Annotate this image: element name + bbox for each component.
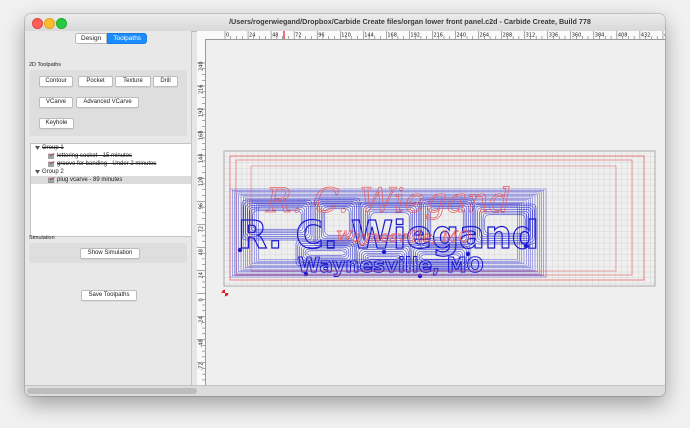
ruler-tick-label: 432 bbox=[641, 33, 651, 39]
app-window: /Users/rogerwiegand/Dropbox/Carbide Crea… bbox=[25, 14, 665, 396]
ruler-tick-label: 240 bbox=[199, 61, 205, 71]
ruler-tick-label: 144 bbox=[199, 154, 205, 164]
ruler-tick-label: 264 bbox=[480, 33, 490, 39]
ruler-tick-label: 168 bbox=[199, 131, 205, 141]
minimize-window-button[interactable] bbox=[44, 18, 55, 29]
ruler-tick-label: 312 bbox=[526, 33, 536, 39]
ruler-tick-label: 48 bbox=[199, 249, 205, 255]
mode-tabs: Design Toolpaths bbox=[75, 33, 148, 44]
ruler-tick-label: 240 bbox=[457, 33, 467, 39]
ruler-tick-label: 24 bbox=[249, 33, 255, 39]
toolpath-tree[interactable]: Group 1 lettering socket - 15 minutes gr… bbox=[30, 143, 192, 237]
design-text-line1: R. C. Wiegand bbox=[265, 181, 511, 221]
ruler-tick-label: -24 bbox=[199, 316, 205, 324]
ruler-tick-label: 96 bbox=[318, 33, 324, 39]
ruler-tick-label: 120 bbox=[199, 177, 205, 187]
tab-design[interactable]: Design bbox=[75, 33, 108, 44]
drill-button[interactable]: Drill bbox=[153, 76, 178, 87]
ruler-tick-label: 0 bbox=[226, 33, 229, 39]
ruler-tick-label: 384 bbox=[595, 33, 605, 39]
ruler-tick-label: -48 bbox=[199, 339, 205, 347]
tree-item[interactable]: groove for banding - Under 2 minutes bbox=[31, 160, 191, 168]
carved-text-bottom: Waynesville, MO bbox=[298, 253, 484, 277]
design-workspace[interactable]: R. C. WiegandWaynesville, MO R. C. Wiega… bbox=[206, 40, 665, 385]
window-title: /Users/rogerwiegand/Dropbox/Carbide Crea… bbox=[229, 17, 591, 26]
tree-group-label: Group 1 bbox=[42, 145, 64, 151]
ruler-tick-label: 120 bbox=[341, 33, 351, 39]
scrollbar-thumb[interactable] bbox=[27, 388, 197, 394]
ruler-tick-label: -72 bbox=[199, 362, 205, 370]
left-ruler-ticks: 240216192168144120967248240-24-48-72-96 bbox=[197, 61, 205, 381]
ruler-tick-label: 288 bbox=[503, 33, 513, 39]
tree-item-label: lettering socket - 15 minutes bbox=[57, 153, 133, 159]
tree-group-1[interactable]: Group 1 bbox=[31, 144, 191, 152]
ruler-tick-label: 408 bbox=[618, 33, 628, 39]
toolpath-icon bbox=[48, 153, 55, 159]
contour-button[interactable]: Contour bbox=[39, 76, 73, 87]
canvas-area[interactable]: 0 24 48 72 96 120 144 168 192 216 240 264 288 312 336 3… bbox=[197, 31, 665, 385]
toolpath-icon bbox=[48, 161, 55, 167]
tab-toolpaths[interactable]: Toolpaths bbox=[107, 33, 148, 44]
ruler-tick-label: 24 bbox=[199, 272, 205, 278]
top-ruler: 0 24 48 72 96 120 144 168 192 216 240 264 288 312 336 3… bbox=[197, 31, 665, 40]
left-ruler: 240216192168144120967248240-24-48-72-96 bbox=[197, 39, 206, 385]
pocket-button[interactable]: Pocket bbox=[78, 76, 113, 87]
toolpaths-2d-label: 2D Toolpaths bbox=[29, 62, 62, 68]
tree-item-label: plug vcarve - 89 minutes bbox=[57, 177, 123, 183]
vcarve-button[interactable]: VCarve bbox=[39, 97, 73, 108]
ruler-tick-label: 96 bbox=[199, 203, 205, 209]
chevron-down-icon[interactable] bbox=[35, 170, 40, 174]
top-ruler-ticks: 0 24 48 72 96 120 144 168 192 216 240 264 288 312 336 3… bbox=[224, 31, 665, 39]
toolpaths-2d-panel: Contour Pocket Texture Drill VCarve Adva… bbox=[29, 70, 187, 136]
show-simulation-button[interactable]: Show Simulation bbox=[80, 248, 140, 259]
ruler-tick-label: 144 bbox=[364, 33, 374, 39]
save-toolpaths-button[interactable]: Save Toolpaths bbox=[81, 290, 137, 301]
advanced-vcarve-button[interactable]: Advanced VCarve bbox=[76, 97, 139, 108]
ruler-tick-label: 216 bbox=[199, 85, 205, 95]
tree-group-2[interactable]: Group 2 bbox=[31, 168, 191, 176]
toolpath-icon bbox=[48, 177, 55, 183]
keyhole-button[interactable]: Keyhole bbox=[39, 118, 74, 129]
tree-group-label: Group 2 bbox=[42, 169, 64, 175]
ruler-tick-label: 360 bbox=[572, 33, 582, 39]
ruler-tick-label: 216 bbox=[433, 33, 443, 39]
ruler-tick-label: 192 bbox=[410, 33, 420, 39]
close-window-button[interactable] bbox=[32, 18, 43, 29]
simulation-panel: Show Simulation bbox=[29, 243, 187, 263]
tree-item[interactable]: plug vcarve - 89 minutes bbox=[31, 176, 191, 184]
ruler-tick-label: 192 bbox=[199, 108, 205, 118]
ruler-tick-label: 72 bbox=[295, 33, 301, 39]
texture-button[interactable]: Texture bbox=[115, 76, 151, 87]
maximize-window-button[interactable] bbox=[56, 18, 67, 29]
ruler-tick-label: 48 bbox=[272, 33, 278, 39]
title-bar: /Users/rogerwiegand/Dropbox/Carbide Crea… bbox=[25, 14, 665, 32]
tree-item-label: groove for banding - Under 2 minutes bbox=[57, 161, 157, 167]
origin-marker bbox=[221, 289, 229, 297]
tree-item[interactable]: lettering socket - 15 minutes bbox=[31, 152, 191, 160]
design-text-line2: Waynesville, MO bbox=[336, 227, 471, 246]
ruler-tick-label: 72 bbox=[199, 226, 205, 232]
left-panel: Design Toolpaths 2D Toolpaths Contour Po… bbox=[25, 31, 192, 385]
ruler-tick-label: 336 bbox=[549, 33, 559, 39]
simulation-label: Simulation bbox=[29, 235, 55, 241]
ruler-tick-label: 168 bbox=[387, 33, 397, 39]
chevron-down-icon[interactable] bbox=[35, 146, 40, 150]
ruler-tick-label: 45 bbox=[664, 33, 665, 39]
horizontal-scrollbar[interactable] bbox=[25, 385, 665, 396]
ruler-tick-label: 0 bbox=[199, 298, 205, 301]
